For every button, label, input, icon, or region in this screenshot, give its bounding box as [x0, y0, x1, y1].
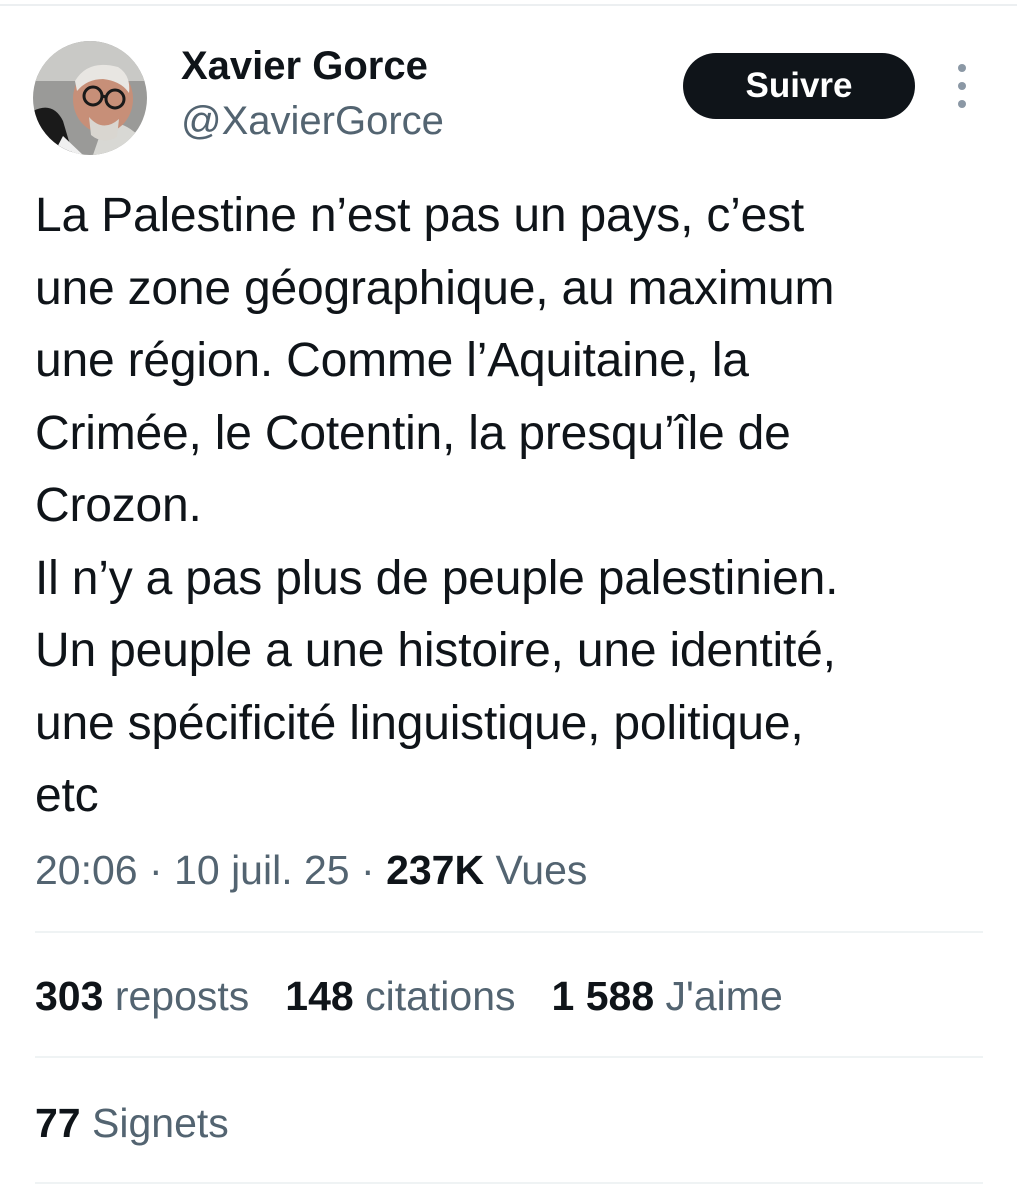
avatar-photo — [33, 41, 147, 155]
quotes-stat[interactable]: 148 citations — [285, 966, 515, 1026]
tweet-text: La Palestine n’est pas un pays, c’est un… — [35, 180, 1010, 833]
top-divider — [0, 4, 1017, 6]
divider — [35, 1056, 983, 1058]
likes-count: 1 588 — [551, 973, 655, 1019]
views-label: Vues — [495, 847, 588, 893]
divider — [35, 1182, 983, 1184]
tweet-line: une spécificité linguistique, politique, — [35, 696, 804, 750]
tweet-line: une zone géographique, au maximum — [35, 261, 835, 315]
reposts-stat[interactable]: 303 reposts — [35, 966, 249, 1026]
tweet-line: Crozon. — [35, 479, 202, 532]
tweet-line: Crimée, le Cotentin, la presqu’île de — [35, 406, 791, 460]
likes-label: J'aime — [665, 973, 783, 1019]
tweet-time[interactable]: 20:06 — [35, 847, 138, 893]
tweet-date[interactable]: 10 juil. 25 — [174, 847, 350, 893]
reposts-label: reposts — [114, 973, 250, 1019]
views-count: 237K — [386, 847, 485, 893]
author-handle[interactable]: @XavierGorce — [181, 97, 444, 145]
bookmarks-stat[interactable]: 77 Signets — [35, 1093, 229, 1153]
avatar[interactable] — [33, 41, 147, 155]
bookmarks-label: Signets — [92, 1100, 229, 1146]
divider — [35, 931, 983, 933]
tweet-meta: 20:06 · 10 juil. 25 · 237K Vues — [35, 840, 587, 900]
tweet-line: La Palestine n’est pas un pays, c’est — [35, 189, 805, 242]
meta-separator: · — [149, 847, 163, 893]
meta-separator: · — [361, 847, 375, 893]
dot — [958, 82, 966, 90]
more-vertical-icon[interactable] — [948, 64, 976, 108]
likes-stat[interactable]: 1 588 J'aime — [552, 966, 783, 1026]
tweet-line: une région. Comme l’Aquitaine, la — [35, 334, 749, 387]
reposts-count: 303 — [35, 973, 104, 1019]
dot — [958, 64, 966, 72]
quotes-label: citations — [365, 973, 516, 1019]
tweet-line: Un peuple a une histoire, une identité, — [35, 624, 836, 677]
dot — [958, 100, 966, 108]
quotes-count: 148 — [285, 973, 354, 1019]
author-display-name[interactable]: Xavier Gorce — [181, 42, 428, 90]
tweet-line: Il n’y a pas plus de peuple palestinien. — [35, 551, 839, 605]
tweet-line: etc — [35, 769, 99, 822]
follow-button[interactable]: Suivre — [683, 53, 915, 119]
engagement-stats: 303 reposts 148 citations 1 588 J'aime — [35, 966, 819, 1026]
bookmarks-count: 77 — [35, 1100, 81, 1146]
